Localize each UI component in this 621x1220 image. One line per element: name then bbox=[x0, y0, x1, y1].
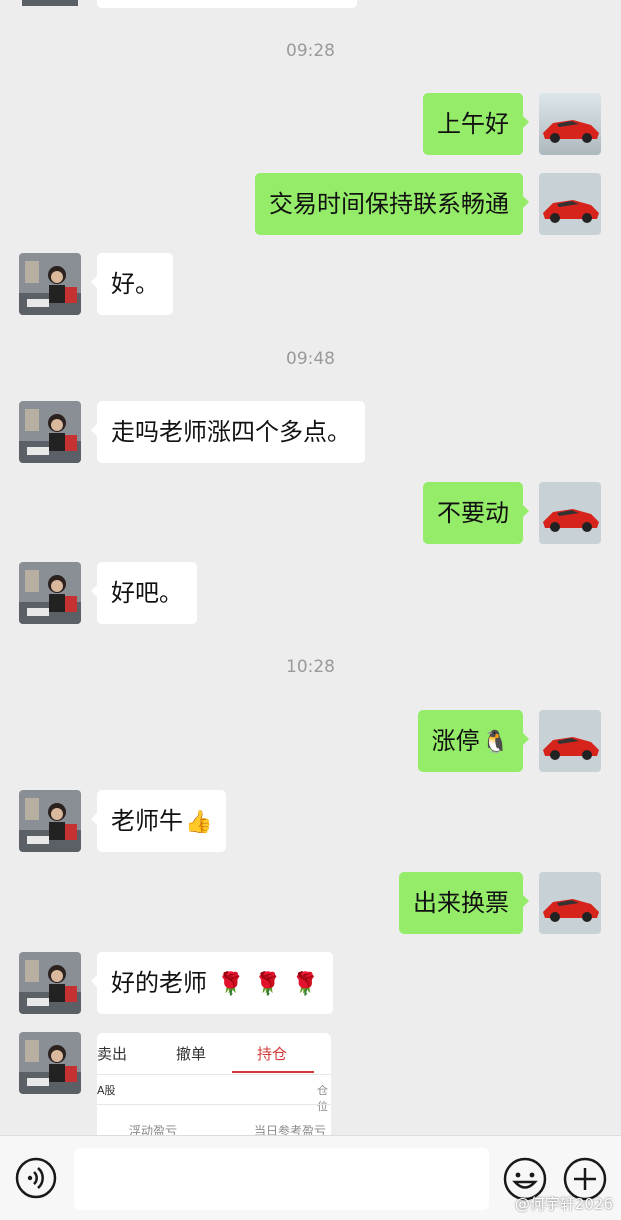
message-text: 涨停 bbox=[431, 727, 480, 755]
position-label: 仓位 bbox=[317, 1084, 328, 1113]
contact-avatar[interactable] bbox=[19, 790, 81, 852]
active-tab-underline bbox=[232, 1071, 314, 1073]
message-row: 出来换票 bbox=[0, 872, 621, 936]
message-row: 不要动 bbox=[0, 482, 621, 546]
message-row: 涨停🐧 bbox=[0, 710, 621, 774]
rose-icon: 🌹 bbox=[254, 972, 282, 997]
message-text: 好吧。 bbox=[111, 579, 183, 607]
message-bubble[interactable]: 走吗老师涨四个多点。 bbox=[91, 401, 365, 463]
message-row: 老师牛👍 bbox=[0, 790, 621, 854]
timestamp: 09:28 bbox=[286, 41, 335, 61]
rose-icon: 🌹 bbox=[217, 972, 245, 997]
message-text: 走吗老师涨四个多点。 bbox=[111, 418, 351, 446]
chat-area[interactable]: 09:28 上午好 交易时间保持联系畅通 好。 09:48 走吗老师涨四个多点。… bbox=[0, 0, 621, 1135]
message-bubble[interactable]: 好的老师 🌹 🌹 🌹 bbox=[90, 952, 334, 1014]
contact-avatar[interactable] bbox=[19, 562, 81, 624]
message-bubble[interactable]: 交易时间保持联系畅通 bbox=[255, 173, 529, 235]
message-row: 好。 bbox=[0, 253, 621, 317]
my-avatar[interactable] bbox=[539, 173, 601, 235]
tab-cancel: 撤单 bbox=[176, 1045, 207, 1063]
contact-avatar[interactable] bbox=[19, 253, 81, 315]
timestamp: 10:28 bbox=[286, 657, 335, 677]
contact-avatar[interactable] bbox=[19, 1032, 81, 1094]
penguin-emoji-icon: 🐧 bbox=[481, 730, 509, 755]
message-bubble[interactable]: 上午好 bbox=[423, 93, 529, 155]
message-bubble[interactable]: 涨停🐧 bbox=[417, 710, 530, 772]
message-row: 交易时间保持联系畅通 bbox=[0, 173, 621, 237]
message-row: 好吧。 bbox=[0, 562, 621, 626]
message-text: 不要动 bbox=[437, 499, 509, 527]
my-avatar[interactable] bbox=[539, 482, 601, 544]
message-bubble[interactable]: 好。 bbox=[91, 253, 173, 315]
divider bbox=[97, 1074, 331, 1075]
message-row: 上午好 bbox=[0, 93, 621, 157]
rose-icon: 🌹 bbox=[291, 972, 320, 997]
message-input[interactable] bbox=[74, 1148, 489, 1210]
floating-pnl-header: 浮动盈亏 bbox=[129, 1124, 178, 1135]
message-text: 老师牛 bbox=[111, 807, 183, 835]
message-bubble[interactable]: 好吧。 bbox=[91, 562, 197, 624]
market-label: A股 bbox=[97, 1084, 116, 1097]
shared-screenshot-image[interactable]: 卖出 撤单 持仓 A股 仓位 浮动盈亏 当日参考盈亏 bbox=[97, 1033, 331, 1135]
message-text: 交易时间保持联系畅通 bbox=[269, 190, 509, 218]
input-bar: @何宇轩2026 bbox=[0, 1135, 621, 1220]
my-avatar[interactable] bbox=[539, 872, 601, 934]
message-row: 走吗老师涨四个多点。 bbox=[0, 401, 621, 465]
contact-avatar[interactable] bbox=[19, 0, 81, 6]
contact-avatar[interactable] bbox=[19, 952, 81, 1014]
divider bbox=[97, 1104, 331, 1105]
message-text: 好。 bbox=[111, 270, 159, 298]
my-avatar[interactable] bbox=[539, 93, 601, 155]
tab-sell: 卖出 bbox=[97, 1045, 128, 1063]
watermark: @何宇轩2026 bbox=[514, 1195, 613, 1213]
trade-tabs: 卖出 撤单 持仓 bbox=[97, 1033, 331, 1073]
voice-icon[interactable] bbox=[15, 1157, 57, 1199]
message-bubble[interactable]: 老师牛👍 bbox=[90, 790, 227, 852]
message-row: 好的老师 🌹 🌹 🌹 bbox=[0, 952, 621, 1016]
contact-avatar[interactable] bbox=[19, 401, 81, 463]
thumbs-up-icon: 👍 bbox=[185, 810, 213, 835]
tab-holdings: 持仓 bbox=[257, 1045, 288, 1063]
message-text: 出来换票 bbox=[413, 889, 509, 917]
message-text: 好的老师 bbox=[111, 969, 207, 997]
my-avatar[interactable] bbox=[539, 710, 601, 772]
message-bubble[interactable]: 不要动 bbox=[423, 482, 529, 544]
timestamp: 09:48 bbox=[286, 349, 335, 369]
message-bubble-cut bbox=[97, 0, 357, 8]
daily-pnl-header: 当日参考盈亏 bbox=[254, 1124, 327, 1135]
message-bubble[interactable]: 出来换票 bbox=[399, 872, 529, 934]
message-text: 上午好 bbox=[437, 110, 509, 138]
